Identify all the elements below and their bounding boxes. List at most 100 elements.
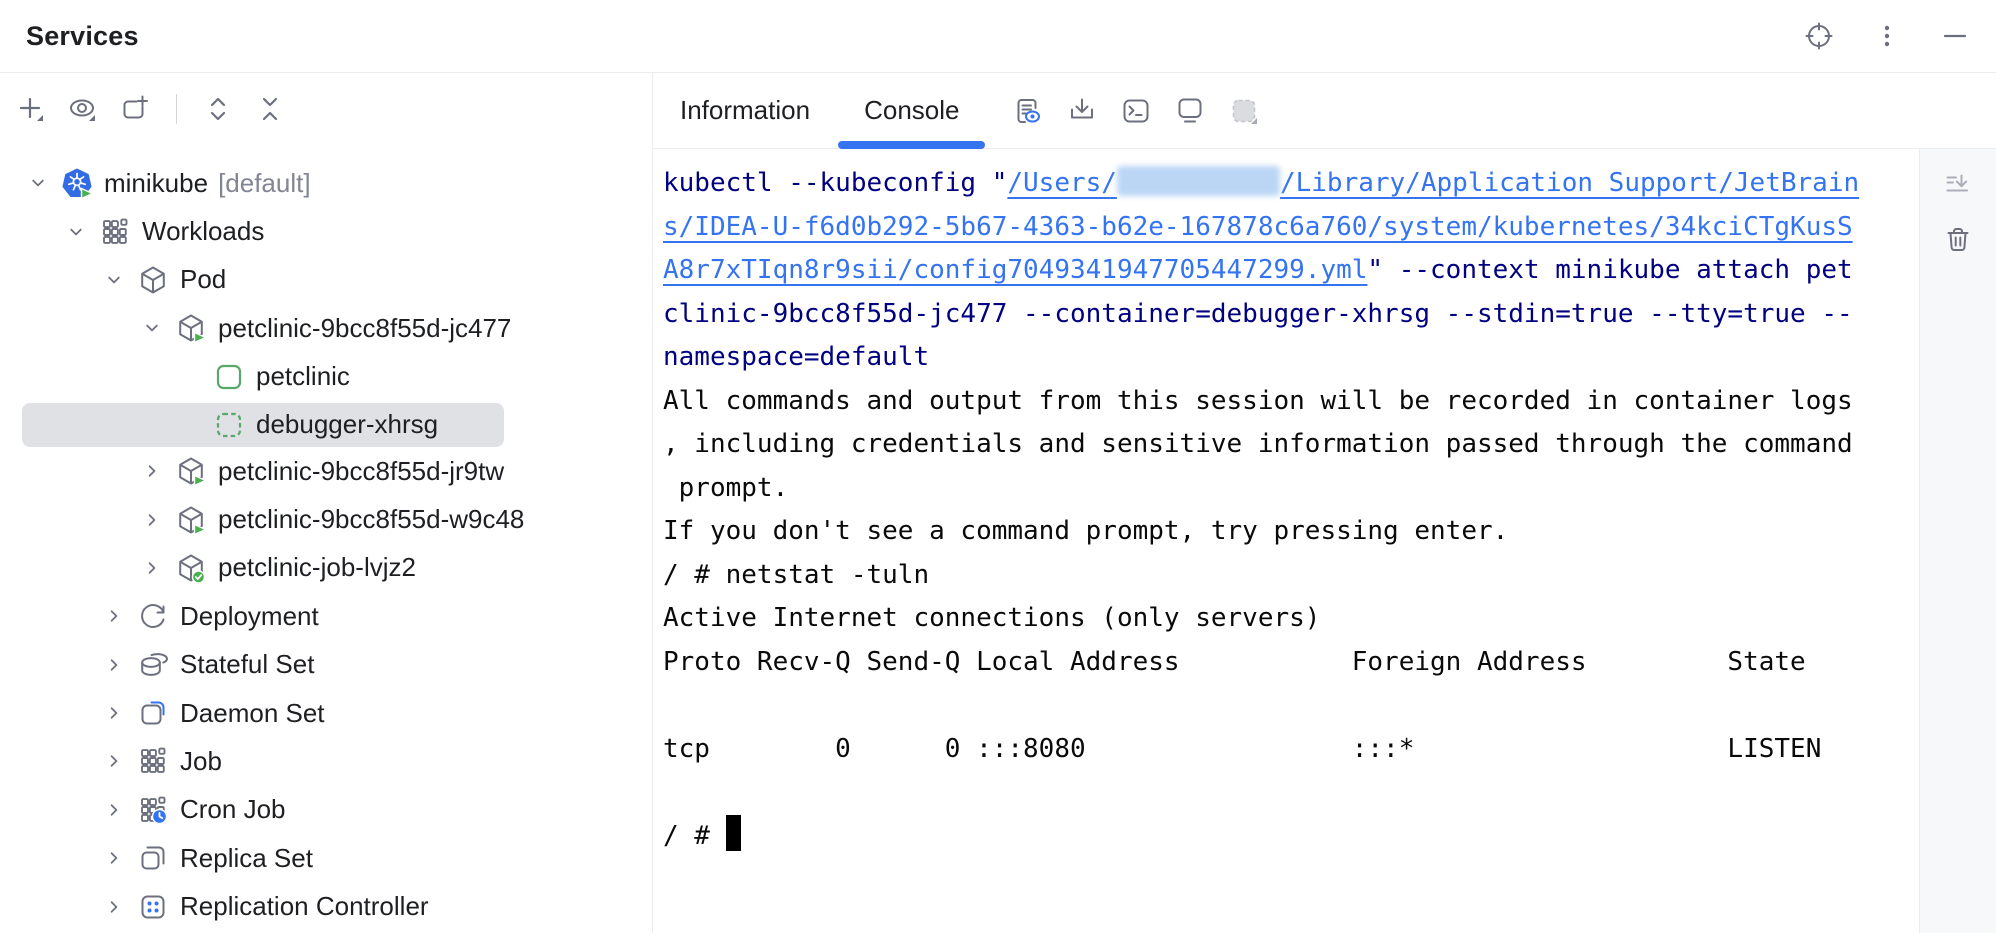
services-tool-window: Services minikube[default]Workloads Pod pe… xyxy=(0,0,1996,934)
chevron-down-icon[interactable] xyxy=(140,313,164,343)
console-line xyxy=(663,771,1919,815)
tree-row-cron-job[interactable]: Cron Job xyxy=(0,786,652,834)
selection-disabled-icon xyxy=(1229,96,1259,126)
console-output-text: tcp 0 0 :::8080 :::* LISTEN xyxy=(663,734,1821,764)
show-log-icon[interactable] xyxy=(1013,96,1043,126)
download-log-icon[interactable] xyxy=(1067,96,1097,126)
tree-item-label: Replication Controller xyxy=(180,891,429,922)
tree-row-replication-controller[interactable]: Replication Controller xyxy=(0,882,652,930)
view-options-icon[interactable] xyxy=(68,94,98,124)
minimize-icon[interactable] xyxy=(1940,21,1970,51)
chevron-right-icon[interactable] xyxy=(140,553,164,583)
console-line: tcp 0 0 :::8080 :::* LISTEN xyxy=(663,728,1919,772)
titlebar: Services xyxy=(0,0,1996,73)
tree-row-replica-set[interactable]: Replica Set xyxy=(0,834,652,882)
console-line: / # xyxy=(663,815,1919,859)
detail-panel: Information Console kubectl --kubeconfig… xyxy=(653,73,1996,933)
add-icon[interactable] xyxy=(16,94,46,124)
redacted-username xyxy=(1117,166,1280,196)
services-tree: minikube[default]Workloads Pod petclinic-9… xyxy=(0,139,652,931)
tree-row-debugger-xhrsg[interactable]: debugger-xhrsg xyxy=(22,403,504,447)
tree-row-petclinic-job-lvjz2[interactable]: petclinic-job-lvjz2 xyxy=(0,544,652,592)
pod-icon xyxy=(138,265,168,295)
clear-console-icon[interactable] xyxy=(1943,225,1973,255)
console-line: , including credentials and sensitive in… xyxy=(663,423,1919,467)
toolbar-separator xyxy=(176,94,177,124)
tree-item-label: Pod xyxy=(180,264,226,295)
kubeconfig-file-link[interactable]: /Users/ xyxy=(1007,168,1117,198)
run-shell-icon[interactable] xyxy=(1121,96,1151,126)
console-tab-toolbar xyxy=(1013,96,1259,126)
pod-running-icon xyxy=(176,505,206,535)
tree-row-petclinic-9bcc8f55d-jr9tw[interactable]: petclinic-9bcc8f55d-jr9tw xyxy=(0,447,652,495)
deployment-icon xyxy=(138,601,168,631)
terminal-console[interactable]: kubectl --kubeconfig "/Users/ /Library/Ap… xyxy=(653,149,1919,933)
console-line: s/IDEA-U-f6d0b292-5b67-4363-b62e-167878c… xyxy=(663,206,1919,250)
tree-row-petclinic[interactable]: petclinic xyxy=(0,353,652,401)
console-output-text: Proto Recv-Q Send-Q Local Address Foreig… xyxy=(663,647,1806,677)
console-output-text: / # netstat -tuln xyxy=(663,560,929,590)
daemon-set-icon xyxy=(138,698,168,728)
chevron-right-icon[interactable] xyxy=(102,746,126,776)
tree-item-label: debugger-xhrsg xyxy=(256,409,438,440)
tab-information-label: Information xyxy=(680,95,810,126)
titlebar-actions xyxy=(1804,21,1970,51)
scroll-to-end-icon[interactable] xyxy=(1943,171,1973,201)
kubeconfig-file-link[interactable]: /Library/Application Support/JetBrain xyxy=(1280,168,1859,198)
tab-bar: Information Console xyxy=(653,73,1996,149)
target-icon[interactable] xyxy=(1804,21,1834,51)
kubeconfig-file-link[interactable]: A8r7xTIqn8r9sii/config704934194770544729… xyxy=(663,255,1367,285)
chevron-down-icon[interactable] xyxy=(26,168,50,198)
tab-information[interactable]: Information xyxy=(653,73,837,149)
stateful-set-icon xyxy=(138,650,168,680)
tree-item-label: Deployment xyxy=(180,601,319,632)
chevron-right-icon[interactable] xyxy=(102,892,126,922)
tree-row-stateful-set[interactable]: Stateful Set xyxy=(0,641,652,689)
tree-item-label: petclinic-9bcc8f55d-jr9tw xyxy=(218,456,504,487)
container-running-icon xyxy=(214,362,244,392)
console-line xyxy=(663,684,1919,728)
chevron-right-icon[interactable] xyxy=(140,505,164,535)
tree-row-job[interactable]: Job xyxy=(0,737,652,785)
chevron-placeholder xyxy=(178,410,202,440)
chevron-right-icon[interactable] xyxy=(102,650,126,680)
console-command-text: kubectl --kubeconfig " xyxy=(663,168,1007,198)
collapse-all-icon[interactable] xyxy=(255,94,285,124)
kubeconfig-file-link[interactable]: s/IDEA-U-f6d0b292-5b67-4363-b62e-167878c… xyxy=(663,212,1853,242)
chevron-down-icon[interactable] xyxy=(64,217,88,247)
cron-job-icon xyxy=(138,795,168,825)
chevron-down-icon[interactable] xyxy=(102,265,126,295)
expand-all-icon[interactable] xyxy=(203,94,233,124)
kebab-menu-icon[interactable] xyxy=(1872,21,1902,51)
console-area: kubectl --kubeconfig "/Users/ /Library/Ap… xyxy=(653,149,1996,933)
tree-item-label: petclinic-9bcc8f55d-w9c48 xyxy=(218,504,524,535)
replication-controller-icon xyxy=(138,892,168,922)
tree-item-label: Job xyxy=(180,746,222,777)
console-line: / # netstat -tuln xyxy=(663,554,1919,598)
workloads-icon xyxy=(100,217,130,247)
tree-row-pod[interactable]: Pod xyxy=(0,256,652,304)
console-output-text: / # xyxy=(663,821,726,851)
chevron-right-icon[interactable] xyxy=(102,843,126,873)
chevron-right-icon[interactable] xyxy=(102,601,126,631)
tab-console[interactable]: Console xyxy=(837,73,986,149)
tree-item-label: petclinic-9bcc8f55d-jc477 xyxy=(218,313,511,344)
tree-toolbar xyxy=(0,79,652,139)
tree-item-label: minikube xyxy=(104,168,208,199)
chevron-right-icon[interactable] xyxy=(102,795,126,825)
chevron-right-icon[interactable] xyxy=(102,698,126,728)
tree-row-petclinic-9bcc8f55d-jc477[interactable]: petclinic-9bcc8f55d-jc477 xyxy=(0,304,652,352)
attach-console-icon[interactable] xyxy=(1175,96,1205,126)
tree-row-daemon-set[interactable]: Daemon Set xyxy=(0,689,652,737)
tree-item-label: petclinic xyxy=(256,361,350,392)
console-side-toolbar xyxy=(1919,149,1996,933)
console-line: kubectl --kubeconfig "/Users/ /Library/Ap… xyxy=(663,162,1919,206)
tree-row-deployment[interactable]: Deployment xyxy=(0,592,652,640)
chevron-right-icon[interactable] xyxy=(140,456,164,486)
open-in-new-tab-icon[interactable] xyxy=(120,94,150,124)
console-output-text: If you don't see a command prompt, try p… xyxy=(663,516,1508,546)
pod-running-icon xyxy=(176,456,206,486)
tree-row-minikube[interactable]: minikube[default] xyxy=(0,159,652,207)
tree-row-workloads[interactable]: Workloads xyxy=(0,207,652,255)
tree-row-petclinic-9bcc8f55d-w9c48[interactable]: petclinic-9bcc8f55d-w9c48 xyxy=(0,495,652,543)
